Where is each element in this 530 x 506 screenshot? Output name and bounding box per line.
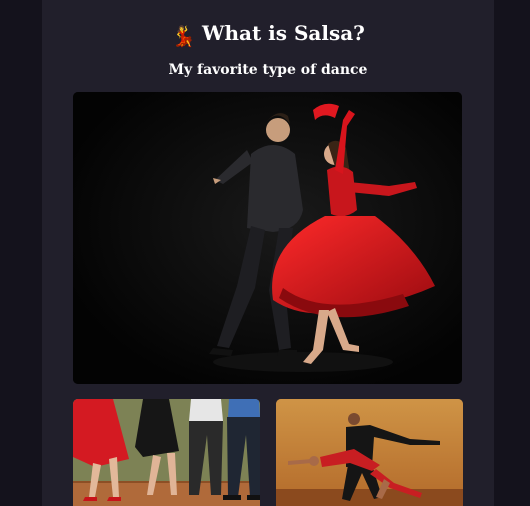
salsa-dip-image <box>276 399 463 506</box>
dancer-emoji-icon: 💃 <box>171 24 196 48</box>
page-title: 💃 What is Salsa? <box>42 19 494 50</box>
page-title-text: What is Salsa? <box>201 21 365 45</box>
hero-image <box>73 92 462 384</box>
page-subtitle: My favorite type of dance <box>168 62 368 78</box>
content-panel: 💃 What is Salsa? My favorite type of danc… <box>42 0 494 506</box>
dancers-feet-image <box>73 399 260 506</box>
page: 💃 What is Salsa? My favorite type of danc… <box>0 0 530 506</box>
